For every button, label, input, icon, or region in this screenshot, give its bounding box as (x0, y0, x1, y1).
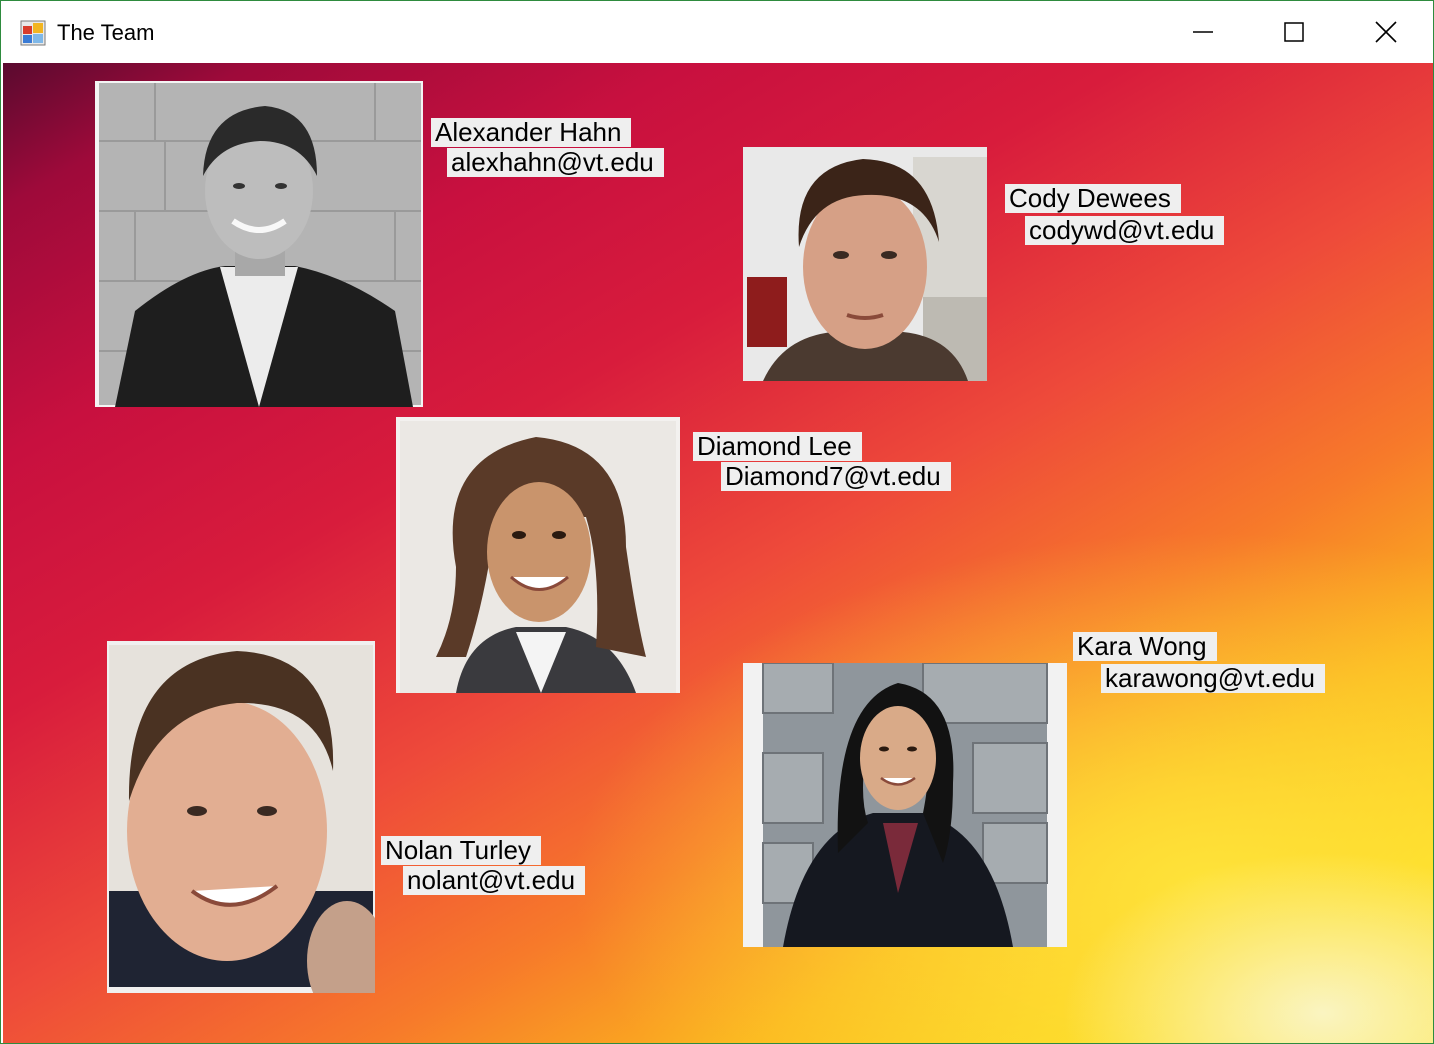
close-button[interactable] (1340, 1, 1432, 63)
member-photo-nolan-turley (107, 641, 375, 993)
minimize-icon (1193, 31, 1213, 33)
member-photo-cody-dewees (743, 147, 987, 381)
app-window: The Team Alexander Hahn alexhahn@vt.edu … (0, 0, 1434, 1044)
minimize-button[interactable] (1157, 1, 1249, 63)
member-name-alexander-hahn: Alexander Hahn (431, 118, 632, 147)
member-photo-diamond-lee (396, 417, 680, 693)
maximize-button[interactable] (1248, 1, 1340, 63)
member-photo-alexander-hahn (95, 81, 423, 407)
member-email-diamond-lee: Diamond7@vt.edu (721, 462, 951, 491)
window-title: The Team (57, 20, 155, 45)
member-photo-kara-wong (743, 663, 1067, 947)
maximize-icon (1284, 22, 1304, 42)
close-icon (1375, 21, 1397, 43)
app-window-icon (20, 20, 46, 46)
member-email-kara-wong: karawong@vt.edu (1101, 664, 1325, 693)
title-bar[interactable]: The Team (1, 1, 1433, 63)
member-name-cody-dewees: Cody Dewees (1005, 184, 1181, 213)
member-name-diamond-lee: Diamond Lee (693, 432, 862, 461)
member-email-nolan-turley: nolant@vt.edu (403, 866, 586, 895)
member-email-alexander-hahn: alexhahn@vt.edu (447, 148, 664, 177)
member-name-nolan-turley: Nolan Turley (381, 836, 541, 865)
member-name-kara-wong: Kara Wong (1073, 632, 1217, 661)
member-email-cody-dewees: codywd@vt.edu (1025, 216, 1225, 245)
team-panel: Alexander Hahn alexhahn@vt.edu Cody Dewe… (3, 63, 1433, 1043)
